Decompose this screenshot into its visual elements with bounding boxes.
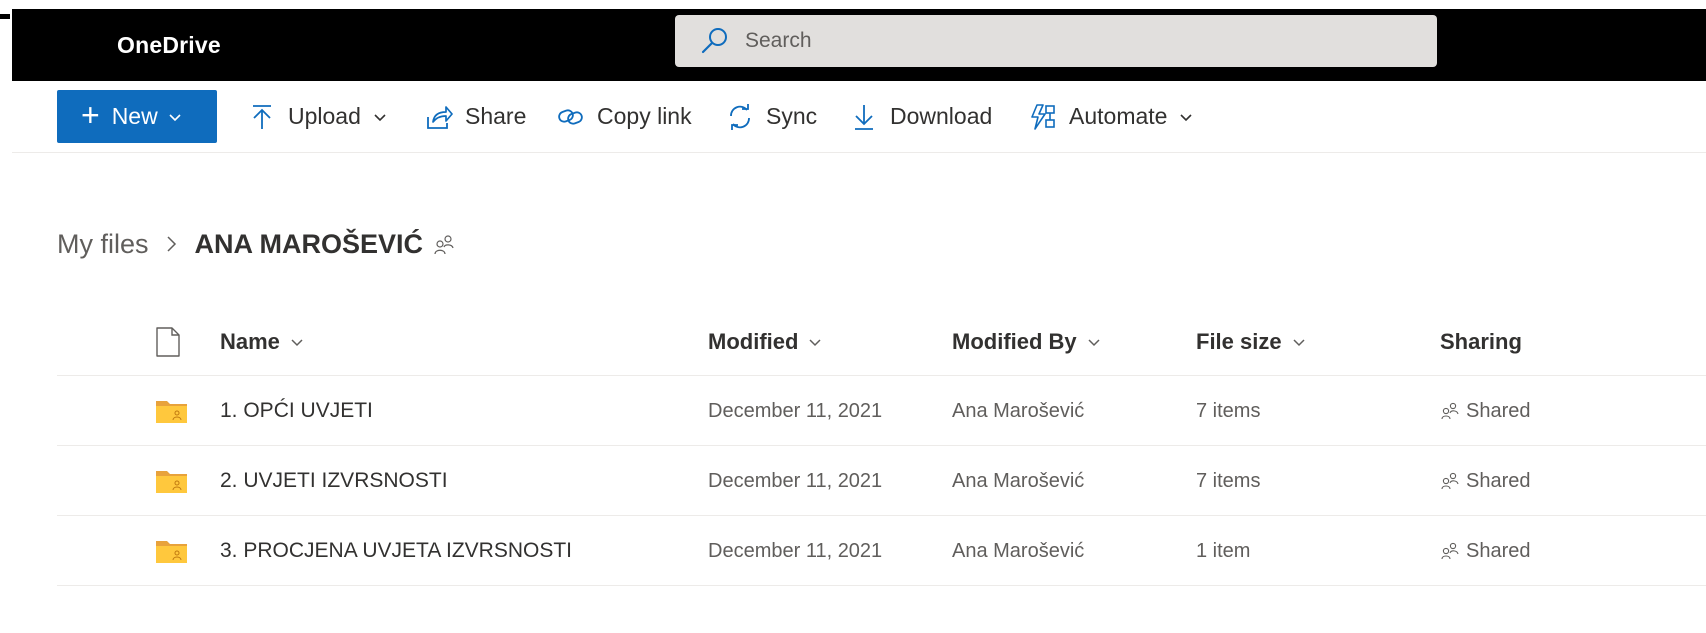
column-header-name-label: Name <box>220 328 280 354</box>
link-icon <box>558 108 583 125</box>
upload-icon <box>253 104 271 129</box>
file-size: 7 items <box>1196 399 1261 422</box>
file-name[interactable]: 2. UVJETI IZVRSNOSTI <box>220 446 448 516</box>
people-icon <box>434 235 454 255</box>
modified-date: December 11, 2021 <box>708 539 883 562</box>
share-label: Share <box>465 103 527 129</box>
people-icon <box>1441 402 1459 420</box>
chevron-down-icon <box>291 338 303 346</box>
chevron-down-icon <box>1088 338 1100 346</box>
search-input[interactable] <box>745 29 1345 53</box>
file-name[interactable]: 1. OPĆI UVJETI <box>220 376 373 446</box>
modified-by: Ana Marošević <box>952 539 1085 562</box>
copy-link-label: Copy link <box>597 103 692 129</box>
document-icon[interactable] <box>155 327 181 357</box>
file-size: 1 item <box>1196 539 1251 562</box>
share-button[interactable]: Share <box>425 90 526 143</box>
breadcrumb-current-folder[interactable]: ANA MAROŠEVIĆ <box>195 229 424 260</box>
column-header-modified-by-label: Modified By <box>952 328 1077 354</box>
modified-date: December 11, 2021 <box>708 399 883 422</box>
chevron-down-icon <box>809 338 821 346</box>
sharing-label: Shared <box>1466 399 1531 422</box>
sharing-status[interactable]: Shared <box>1440 446 1531 516</box>
chevron-down-icon <box>169 113 181 121</box>
shared-folder-icon <box>156 401 187 423</box>
download-label: Download <box>890 103 993 129</box>
breadcrumb-my-files[interactable]: My files <box>57 229 149 260</box>
copy-link-button[interactable]: Copy link <box>557 90 692 143</box>
column-header-modified-by[interactable]: Modified By <box>952 307 1101 376</box>
download-icon <box>855 104 873 130</box>
sharing-label: Shared <box>1466 539 1531 562</box>
new-button[interactable]: + New <box>57 90 217 143</box>
sharing-label: Shared <box>1466 469 1531 492</box>
column-header-sharing-label: Sharing <box>1440 328 1522 354</box>
file-name[interactable]: 3. PROCJENA UVJETA IZVRSNOSTI <box>220 516 572 586</box>
app-title[interactable]: OneDrive <box>117 9 221 81</box>
automate-icon <box>1031 103 1055 130</box>
table-row[interactable]: 1. OPĆI UVJETI December 11, 2021 Ana Mar… <box>57 376 1706 446</box>
table-row[interactable]: 3. PROCJENA UVJETA IZVRSNOSTI December 1… <box>57 516 1706 586</box>
column-header-modified-label: Modified <box>708 328 799 354</box>
column-header-name[interactable]: Name <box>220 307 304 376</box>
shared-folder-icon <box>156 541 187 563</box>
sharing-status[interactable]: Shared <box>1440 376 1531 446</box>
people-icon <box>1441 542 1459 560</box>
table-row[interactable]: 2. UVJETI IZVRSNOSTI December 11, 2021 A… <box>57 446 1706 516</box>
suite-header: OneDrive <box>12 9 1706 81</box>
breadcrumb: My files ANA MAROŠEVIĆ <box>57 226 455 262</box>
column-header-modified[interactable]: Modified <box>708 307 822 376</box>
upload-button[interactable]: Upload <box>248 90 387 143</box>
modified-date: December 11, 2021 <box>708 469 883 492</box>
sync-icon <box>730 103 750 130</box>
command-bar: + New Upload Share Copy link Sync Downlo… <box>12 81 1706 153</box>
people-icon <box>1441 472 1459 490</box>
modified-by: Ana Marošević <box>952 399 1085 422</box>
onedrive-page: OneDrive + New Upload <box>0 0 1706 633</box>
sync-button[interactable]: Sync <box>726 90 817 143</box>
column-header-sharing[interactable]: Sharing <box>1440 307 1522 376</box>
automate-label: Automate <box>1069 103 1168 129</box>
sync-label: Sync <box>766 103 818 129</box>
plus-icon: + <box>81 97 100 133</box>
upload-label: Upload <box>288 103 361 129</box>
shared-folder-icon <box>156 471 187 493</box>
file-list: Name Modified Modified By File size Shar… <box>57 307 1706 586</box>
search-icon <box>701 28 727 54</box>
file-size: 7 items <box>1196 469 1261 492</box>
column-header-file-size[interactable]: File size <box>1196 307 1306 376</box>
new-button-label: New <box>111 103 158 129</box>
chevron-down-icon <box>1180 113 1193 121</box>
chevron-right-icon <box>166 236 176 252</box>
list-header: Name Modified Modified By File size Shar… <box>57 307 1706 376</box>
modified-by: Ana Marošević <box>952 469 1085 492</box>
window-marker <box>0 14 10 19</box>
column-header-file-size-label: File size <box>1196 328 1282 354</box>
download-button[interactable]: Download <box>850 90 992 143</box>
sharing-status[interactable]: Shared <box>1440 516 1531 586</box>
share-icon <box>427 105 453 129</box>
automate-button[interactable]: Automate <box>1029 90 1193 143</box>
chevron-down-icon <box>1293 338 1305 346</box>
chevron-down-icon <box>374 113 386 121</box>
search-box[interactable] <box>675 15 1437 67</box>
